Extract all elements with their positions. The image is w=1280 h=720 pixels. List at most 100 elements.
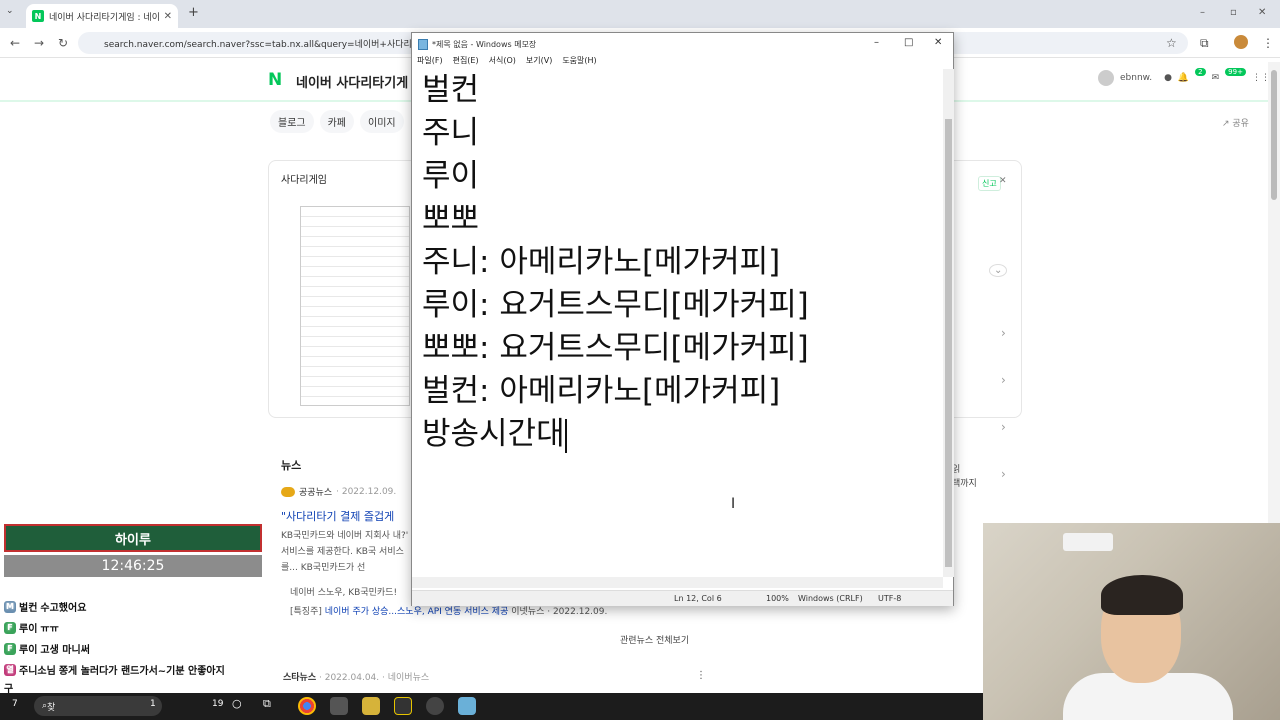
chat-message: F 루이 ㅠㅠ — [4, 620, 59, 635]
press-logo-icon — [281, 486, 295, 497]
app-icon[interactable] — [426, 697, 444, 715]
chat-user: 주니소님 — [19, 666, 56, 677]
more-options-icon[interactable]: ⋮ — [696, 670, 706, 681]
text-line: 벌컨 — [422, 72, 480, 108]
menu-help[interactable]: 도움말(H) — [562, 55, 596, 69]
chat-badge-icon: F — [4, 621, 16, 634]
close-icon[interactable]: ✕ — [934, 37, 942, 48]
text-line: 주니: 아메리카노[메가커피] — [422, 244, 781, 280]
notepad-titlebar[interactable]: *제목 없음 - Windows 메모장 – □ ✕ — [412, 33, 953, 55]
reload-icon[interactable]: ↻ — [58, 36, 68, 50]
bookmark-star-icon[interactable]: ☆ — [1166, 36, 1177, 50]
search-query-title[interactable]: 네이버 사다리타기게 — [296, 72, 408, 91]
text-line: 루이 — [422, 158, 480, 194]
user-avatar[interactable] — [1098, 70, 1114, 86]
taskbar-search-text: 찾 — [47, 702, 56, 713]
chrome-icon[interactable] — [298, 697, 316, 715]
close-icon[interactable]: ✕ — [999, 176, 1007, 186]
notepad-title: *제목 없음 - Windows 메모장 — [432, 39, 537, 49]
page-scroll-thumb[interactable] — [1271, 70, 1277, 200]
tab-title: 네이버 사다리타기게임 : 네이버 — [49, 12, 159, 23]
app-icon[interactable] — [362, 697, 380, 715]
text-line: 루이: 요거트스무디[메가커피] — [422, 287, 809, 323]
notepad-window: *제목 없음 - Windows 메모장 – □ ✕ 파일(F) 편집(E) 서… — [411, 32, 954, 606]
filter-cafe[interactable]: 카페 — [319, 110, 355, 133]
talk-icon[interactable]: ● — [1164, 73, 1172, 83]
notepad-text-area[interactable]: 벌컨 주니 루이 뽀뽀 주니: 아메리카노[메가커피] 루이: 요거트스무디[메가커피] 뽀… — [412, 69, 942, 577]
related-news-link[interactable]: 네이버 스노우, KB국민카드! — [290, 585, 397, 598]
news-section-title: 뉴스 — [281, 459, 302, 472]
forward-icon[interactable]: → — [34, 36, 44, 50]
text-line: 주니 — [422, 115, 480, 151]
notepad-taskbar-icon[interactable] — [458, 697, 476, 715]
user-name[interactable]: ebnnw. — [1120, 73, 1152, 83]
taskbar-count: 1 — [150, 699, 156, 709]
chat-text: 쫑게 놀러다가 랜드가서~기분 안좋아지 — [58, 666, 225, 677]
minimize-icon[interactable]: – — [1200, 7, 1205, 18]
news-source[interactable]: 공공뉴스 · 2022.12.09. — [281, 485, 396, 498]
chevron-right-icon[interactable]: › — [1001, 420, 1006, 434]
browser-tab[interactable]: N 네이버 사다리타기게임 : 네이버 ✕ — [26, 4, 178, 28]
notepad-scroll-thumb[interactable] — [945, 119, 952, 567]
related-news-more-link[interactable]: 관련뉴스 전체보기 — [620, 633, 689, 646]
notepad-statusbar: Ln 12, Col 6 100% Windows (CRLF) UTF-8 — [412, 590, 953, 606]
naver-logo[interactable]: N — [268, 70, 282, 90]
menu-file[interactable]: 파일(F) — [417, 55, 443, 69]
report-button[interactable]: 신고 — [978, 176, 1001, 191]
air-conditioner — [1063, 533, 1113, 551]
tab-list-icon[interactable]: ⌄ — [6, 6, 14, 16]
back-icon[interactable]: ← — [10, 36, 20, 50]
zoom-level: 100% — [766, 594, 789, 603]
filter-blog[interactable]: 블로그 — [270, 110, 314, 133]
menu-format[interactable]: 서식(O) — [489, 55, 516, 69]
streamer-name-banner: 하이루 — [4, 524, 262, 552]
chat-badge-icon: M — [4, 600, 16, 613]
mouse-ibeam-cursor-icon: I — [731, 496, 736, 512]
chat-user: 루이 — [19, 645, 38, 656]
share-link[interactable]: ↗ 공유 — [1222, 116, 1249, 129]
menu-view[interactable]: 보기(V) — [526, 55, 552, 69]
bell-icon[interactable]: 🔔 — [1178, 73, 1189, 83]
profile-avatar[interactable] — [1234, 35, 1248, 49]
maximize-icon[interactable]: ▫ — [1230, 7, 1237, 18]
maximize-icon[interactable]: □ — [904, 37, 913, 48]
chat-message: F 루이 고생 마니써 — [4, 641, 90, 656]
close-window-icon[interactable]: ✕ — [1258, 7, 1266, 18]
news-headline-link[interactable]: "사다리타기 결제 즐겁게 — [281, 508, 394, 524]
app-icon[interactable] — [330, 697, 348, 715]
notepad-horizontal-scrollbar[interactable] — [412, 577, 943, 588]
text-line: 뽀뽀: 요거트스무디[메가커피] — [422, 330, 809, 366]
webcam-feed — [983, 523, 1280, 720]
chevron-right-icon[interactable]: › — [1001, 373, 1006, 387]
text-line-last: 방송시간대 — [422, 416, 567, 453]
cortana-icon[interactable]: ○ — [232, 697, 250, 715]
filter-image[interactable]: 이미지 — [360, 110, 404, 133]
line-ending: Windows (CRLF) — [798, 594, 863, 603]
notepad-icon — [418, 39, 428, 50]
news-item-2-source[interactable]: 스타뉴스 · 2022.04.04. · 네이버뉴스 — [283, 670, 429, 683]
chrome-menu-icon[interactable]: ⋮ — [1262, 36, 1274, 50]
app-icon[interactable] — [394, 697, 412, 715]
taskbar-count: 19 — [212, 699, 224, 709]
taskbar-search[interactable]: ⌕ 찾 — [34, 696, 162, 716]
notepad-menubar: 파일(F) 편집(E) 서식(O) 보기(V) 도움말(H) — [412, 55, 953, 69]
chevron-right-icon[interactable]: › — [1001, 326, 1006, 340]
task-view-icon[interactable]: ⧉ — [263, 697, 281, 715]
news-snippet: KB국민카드와 네이버 지회사 내?' 서비스를 제공한다. KB국 서비스를.… — [281, 531, 409, 573]
menu-edit[interactable]: 편집(E) — [453, 55, 479, 69]
share-label: 공유 — [1232, 119, 1249, 129]
minimize-icon[interactable]: – — [874, 37, 879, 48]
text-caret — [564, 418, 567, 453]
close-tab-icon[interactable]: ✕ — [164, 11, 172, 22]
chat-text: ㅠㅠ — [40, 624, 59, 635]
chat-text: 고생 마니써 — [40, 645, 90, 656]
chat-user: 벌컨 — [19, 603, 38, 614]
alert-badge: 2 — [1195, 68, 1206, 76]
extensions-icon[interactable]: ⧉ — [1200, 36, 1209, 51]
url-text: search.naver.com/search.naver?ssc=tab.nx… — [104, 39, 445, 50]
news-source-name: 공공뉴스 — [299, 488, 333, 498]
encoding: UTF-8 — [878, 594, 902, 603]
new-tab-icon[interactable]: + — [188, 5, 199, 20]
mail-icon[interactable]: ✉ — [1212, 73, 1220, 83]
chevron-right-icon[interactable]: › — [1001, 467, 1006, 481]
